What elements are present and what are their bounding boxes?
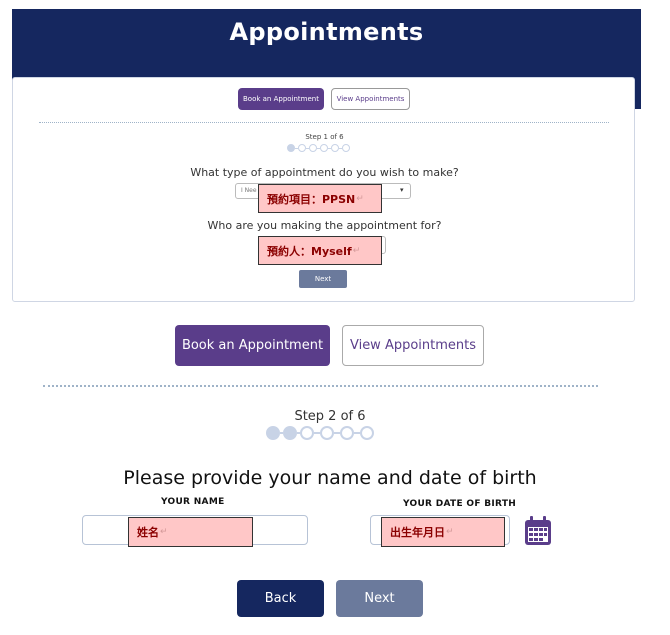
annotation-text: 預約項目：PPSN — [267, 192, 356, 206]
step-progress — [287, 144, 350, 152]
divider — [43, 385, 598, 387]
chevron-down-icon: ▾ — [400, 186, 404, 194]
step-dot-3 — [309, 144, 317, 152]
annotation-dob: 出生年月日 ↵ — [381, 517, 505, 547]
step-progress — [266, 426, 374, 440]
step-dot-4 — [320, 144, 328, 152]
step-dot-5 — [331, 144, 339, 152]
back-button[interactable]: Back — [237, 580, 324, 617]
view-appointments-button[interactable]: View Appointments — [331, 88, 410, 110]
name-dob-prompt: Please provide your name and date of bir… — [123, 467, 537, 489]
divider — [39, 122, 609, 123]
step-dot-1 — [287, 144, 295, 152]
step1-next-button[interactable]: Next — [299, 270, 347, 288]
book-appointment-button[interactable]: Book an Appointment — [175, 325, 330, 366]
next-button[interactable]: Next — [336, 580, 423, 617]
step-dot-6 — [342, 144, 350, 152]
your-name-label: YOUR NAME — [161, 497, 225, 507]
view-appointments-button[interactable]: View Appointments — [342, 325, 484, 366]
annotation-text: 姓名 — [137, 526, 159, 539]
annotation-name: 姓名 ↵ — [128, 517, 253, 547]
page-title: Appointments — [229, 18, 424, 46]
step-dot-2 — [283, 426, 297, 440]
annotation-text: 出生年月日 — [390, 526, 445, 539]
step-dot-3 — [300, 426, 314, 440]
annotation-appointment-person: 預約人：Myself ↵ — [258, 236, 382, 265]
appointment-type-question: What type of appointment do you wish to … — [190, 166, 459, 179]
your-dob-label: YOUR DATE OF BIRTH — [403, 499, 517, 509]
appointment-for-question: Who are you making the appointment for? — [207, 219, 442, 232]
return-mark-icon: ↵ — [352, 245, 361, 256]
step-indicator-text: Step 2 of 6 — [294, 409, 366, 424]
annotation-text: 預約人：Myself — [267, 244, 352, 258]
annotation-appointment-type: 預約項目：PPSN ↵ — [258, 184, 382, 213]
step-dot-4 — [320, 426, 334, 440]
return-mark-icon: ↵ — [160, 527, 168, 537]
step-indicator-text: Step 1 of 6 — [305, 133, 344, 141]
calendar-icon[interactable] — [524, 516, 552, 550]
step-dot-6 — [360, 426, 374, 440]
step-dot-5 — [340, 426, 354, 440]
return-mark-icon: ↵ — [356, 193, 364, 204]
return-mark-icon: ↵ — [446, 527, 454, 537]
step-dot-2 — [298, 144, 306, 152]
step-dot-1 — [266, 426, 280, 440]
book-appointment-button[interactable]: Book an Appointment — [238, 88, 324, 110]
